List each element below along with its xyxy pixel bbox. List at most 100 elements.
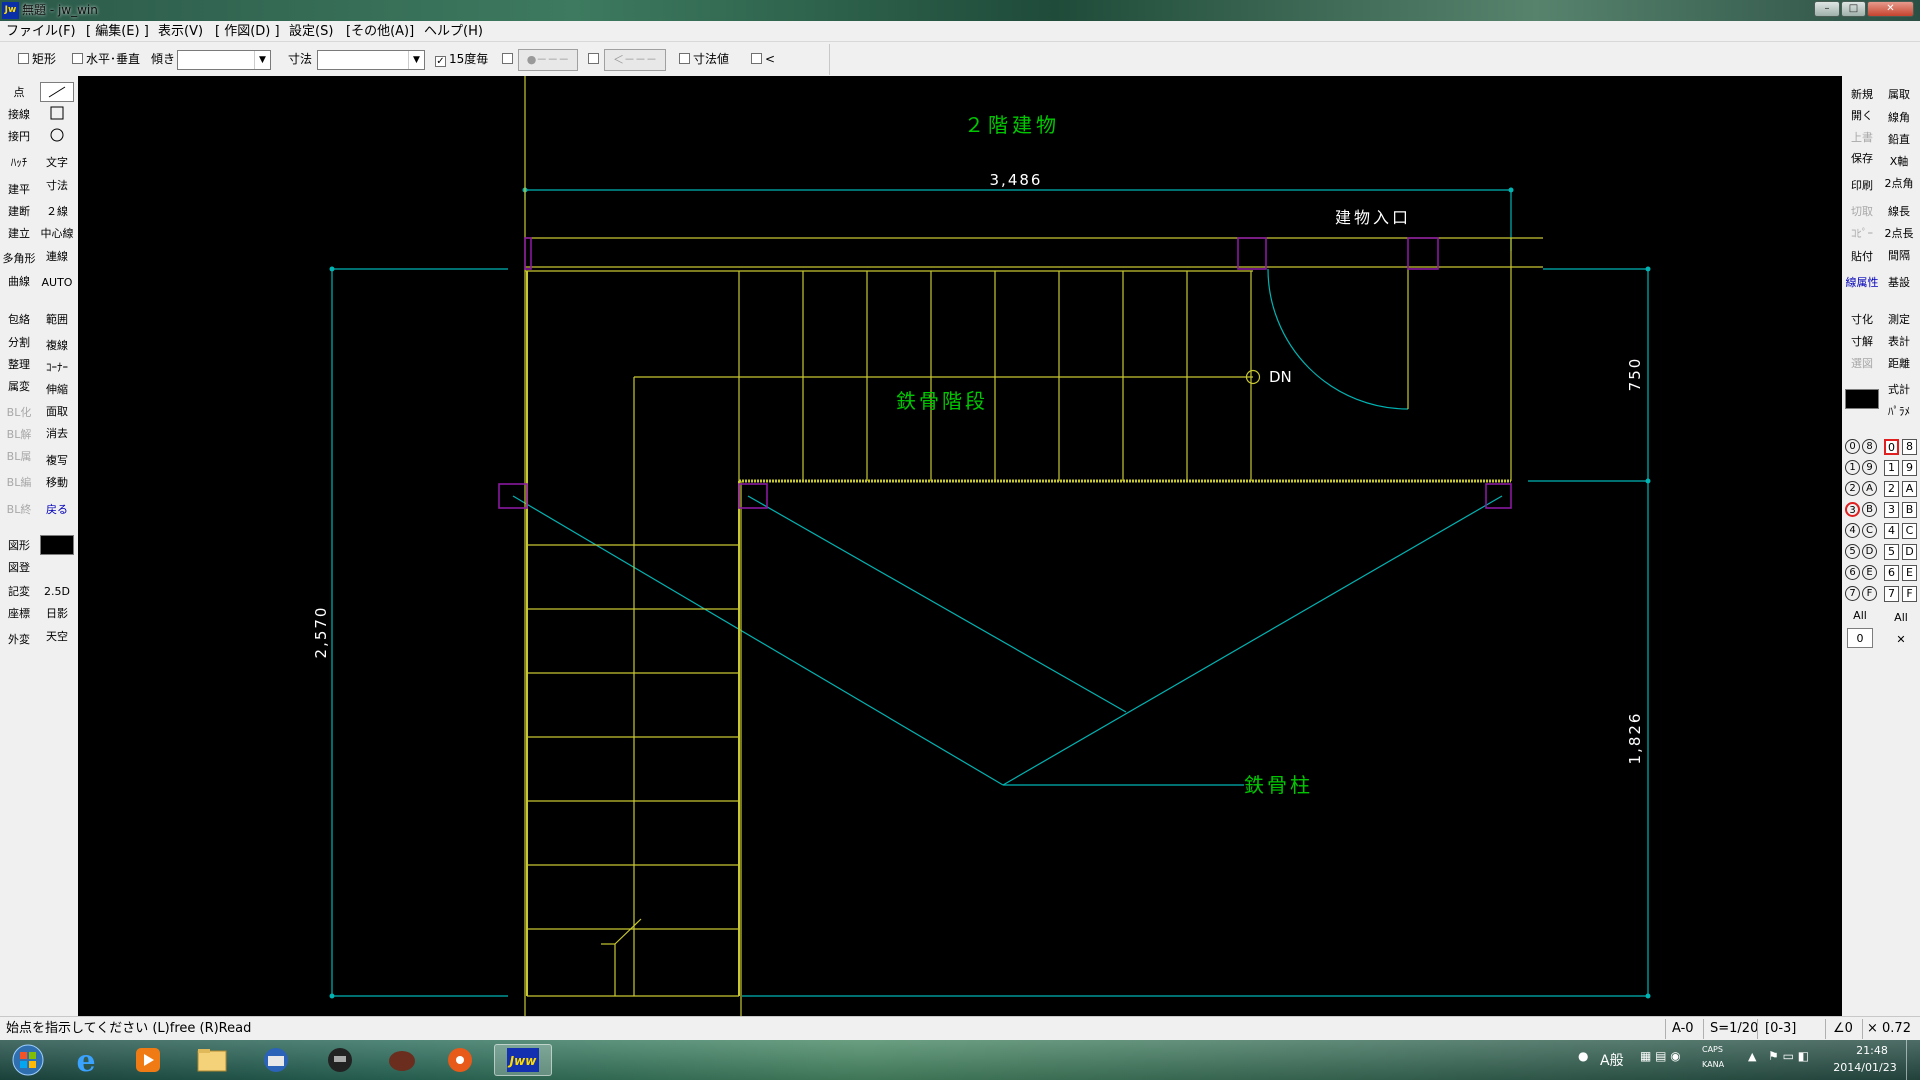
layer-group-8[interactable]: 8 [1862, 439, 1877, 454]
tool-cut[interactable]: 切取 [1845, 202, 1879, 222]
tool-figure[interactable]: 図形 [2, 536, 36, 556]
tool-dim-explode[interactable]: 寸解 [1845, 332, 1879, 352]
tool-arch-section[interactable]: 建断 [2, 202, 36, 222]
layer-color-swatch[interactable] [1845, 389, 1879, 409]
layer-cross-icon[interactable]: ✕ [1885, 630, 1917, 650]
tool-open[interactable]: 開く [1845, 106, 1879, 126]
tool-save[interactable]: 保存 [1845, 149, 1879, 169]
tool-symbol-change[interactable]: 記変 [2, 582, 36, 602]
tool-get-attr[interactable]: 属取 [1882, 85, 1916, 105]
tool-chamfer[interactable]: 面取 [40, 402, 74, 422]
tool-attr-change[interactable]: 属変 [2, 377, 36, 397]
menu-view[interactable]: 表示(V) [158, 21, 203, 42]
tool-block-edit[interactable]: BL編 [2, 473, 36, 493]
jw-win-taskbar-icon[interactable]: Jww [494, 1044, 552, 1076]
tool-2-5d[interactable]: 2.5D [40, 582, 74, 602]
tool-erase[interactable]: 消去 [40, 424, 74, 444]
layer-group-3[interactable]: 3 [1845, 502, 1860, 517]
layer-group-zero[interactable]: 0 [1847, 628, 1873, 648]
tray-show-hidden-icon[interactable]: ▲ [1748, 1050, 1756, 1063]
layer-group-0[interactable]: 0 [1845, 439, 1860, 454]
horiz-vert-checkbox[interactable]: 水平･垂直 [72, 51, 140, 67]
tool-line-angle[interactable]: 線角 [1882, 108, 1916, 128]
layer-9[interactable]: 9 [1902, 460, 1917, 476]
layer-group-7[interactable]: 7 [1845, 586, 1860, 601]
tool-tangent-line[interactable]: 接線 [2, 105, 36, 125]
app-taskbar-icon-1[interactable] [314, 1044, 366, 1076]
rect-checkbox[interactable]: 矩形 [18, 51, 56, 67]
tool-polygon[interactable]: 多角形 [2, 249, 36, 269]
layer-group-9[interactable]: 9 [1862, 460, 1877, 475]
tool-parameter[interactable]: ﾊﾟﾗﾒ [1882, 402, 1916, 422]
tilt-combo[interactable]: ▼ [177, 50, 271, 70]
layer-group-2[interactable]: 2 [1845, 481, 1860, 496]
tool-overwrite[interactable]: 上書 [1845, 128, 1879, 148]
media-player-taskbar-icon[interactable] [122, 1044, 174, 1076]
app-taskbar-icon-2[interactable] [376, 1044, 428, 1076]
app-taskbar-icon-3[interactable] [434, 1044, 486, 1076]
maximize-button[interactable]: □ [1841, 1, 1866, 17]
dot-checkbox[interactable] [502, 51, 516, 67]
layer-group-1[interactable]: 1 [1845, 460, 1860, 475]
layer-b[interactable]: B [1902, 502, 1917, 518]
drawing-canvas[interactable]: ２階建物 3,486 建物入口 DN 鉄骨階段 鉄骨柱 2,570 750 1,… [78, 76, 1842, 1016]
tool-point[interactable]: 点 [2, 83, 36, 103]
tool-new[interactable]: 新規 [1845, 85, 1879, 105]
tool-block-attr[interactable]: BL属 [2, 447, 36, 467]
tool-stretch[interactable]: 伸縮 [40, 380, 74, 400]
layer-a[interactable]: A [1902, 481, 1917, 497]
status-group[interactable]: [0-3] [1765, 1017, 1796, 1041]
tool-two-point-length[interactable]: 2点長 [1882, 224, 1916, 244]
layer-group-f[interactable]: F [1862, 586, 1877, 601]
clock-date[interactable]: 2014/01/23 [1828, 1061, 1902, 1074]
tool-auto[interactable]: AUTO [40, 273, 74, 293]
tray-icons-group[interactable]: ▦ ▤ ◉ [1640, 1049, 1681, 1063]
layer-group-a[interactable]: A [1862, 481, 1877, 496]
tool-line-length[interactable]: 線長 [1882, 202, 1916, 222]
tool-coordinate[interactable]: 座標 [2, 604, 36, 624]
tool-arch-plan[interactable]: 建平 [2, 180, 36, 200]
tool-measure[interactable]: 測定 [1882, 310, 1916, 330]
tool-range[interactable]: 範囲 [40, 310, 74, 330]
tool-corner[interactable]: ｺｰﾅｰ [40, 358, 74, 378]
explorer-taskbar-icon[interactable] [186, 1044, 238, 1076]
tool-envelope[interactable]: 包絡 [2, 310, 36, 330]
menu-other[interactable]: [その他(A)] [346, 21, 414, 42]
tool-paste[interactable]: 貼付 [1845, 247, 1879, 267]
tool-offset-line[interactable]: 複線 [40, 336, 74, 356]
thunderbird-taskbar-icon[interactable] [250, 1044, 302, 1076]
tool-base-setting[interactable]: 基設 [1882, 273, 1916, 293]
status-layer[interactable]: A-0 [1672, 1017, 1694, 1041]
status-scale[interactable]: S=1/20 [1710, 1017, 1758, 1041]
layer-e[interactable]: E [1902, 565, 1917, 581]
tool-block-make[interactable]: BL化 [2, 403, 36, 423]
dimval-checkbox[interactable]: 寸法値 [679, 51, 729, 67]
close-button[interactable]: ✕ [1867, 1, 1914, 17]
tool-line-attr[interactable]: 線属性 [1845, 273, 1879, 293]
dot-line-button[interactable]: ●－－－ [518, 49, 578, 71]
layer-6[interactable]: 6 [1884, 565, 1899, 581]
arrow-line-button[interactable]: ＜－－－ [604, 49, 666, 71]
tool-figure-register[interactable]: 図登 [2, 558, 36, 578]
layer-group-all[interactable]: All [1845, 606, 1875, 626]
tool-tidy[interactable]: 整理 [2, 355, 36, 375]
tool-interval[interactable]: 間隔 [1882, 246, 1916, 266]
tool-double-line[interactable]: ２線 [40, 202, 74, 222]
tool-dimension[interactable]: 寸法 [40, 176, 74, 196]
tool-hatch[interactable]: ﾊｯﾁ [2, 153, 36, 173]
layer-8[interactable]: 8 [1902, 439, 1917, 455]
arrow-checkbox[interactable] [588, 51, 602, 67]
tool-move[interactable]: 移動 [40, 473, 74, 493]
tool-copy[interactable]: 複写 [40, 451, 74, 471]
tool-vertical[interactable]: 鉛直 [1882, 130, 1916, 150]
layer-group-c[interactable]: C [1862, 523, 1877, 538]
tool-two-point-angle[interactable]: 2点角 [1882, 174, 1916, 194]
tool-external-change[interactable]: 外変 [2, 630, 36, 650]
layer-all[interactable]: All [1885, 608, 1917, 628]
menu-settings[interactable]: 設定(S) [289, 21, 333, 42]
menu-file[interactable]: ファイル(F) [6, 21, 76, 42]
tool-sun-shadow[interactable]: 日影 [40, 604, 74, 624]
start-button[interactable] [2, 1044, 52, 1076]
minimize-button[interactable]: – [1814, 1, 1840, 17]
tool-block-explode[interactable]: BL解 [2, 425, 36, 445]
